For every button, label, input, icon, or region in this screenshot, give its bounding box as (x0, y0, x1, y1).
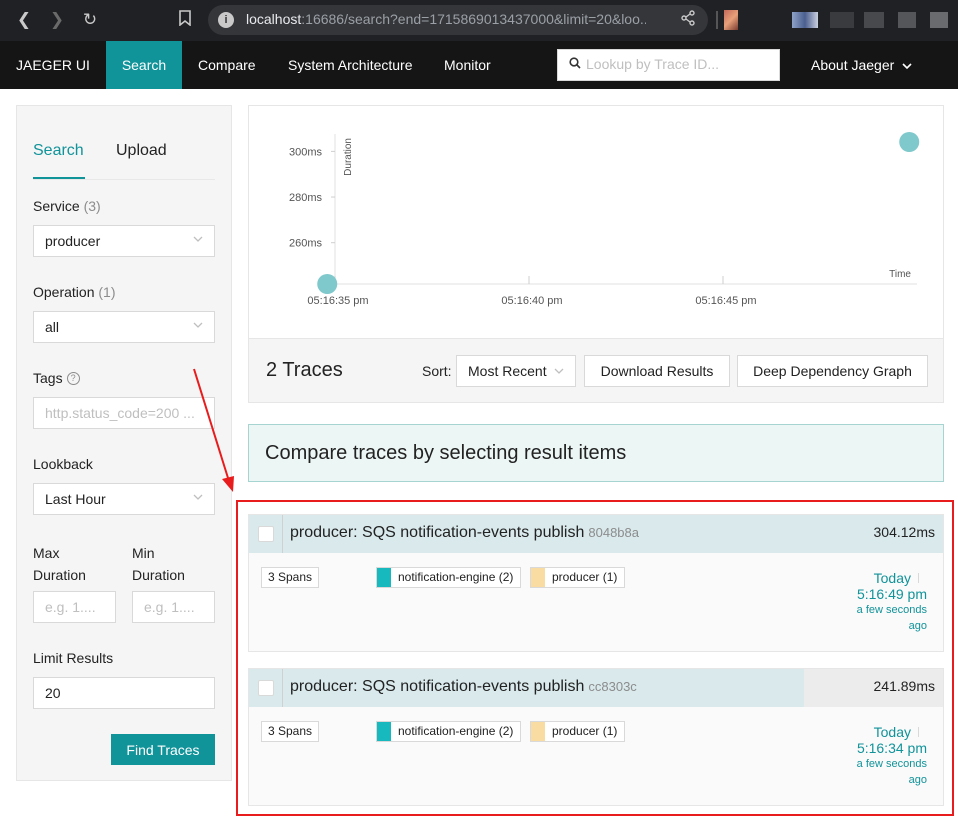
brand-logo[interactable]: JAEGER UI (16, 41, 90, 89)
extension-icon[interactable] (724, 10, 738, 30)
bookmark-icon[interactable] (175, 10, 195, 30)
nav-system-architecture[interactable]: System Architecture (288, 41, 413, 89)
download-results-button[interactable]: Download Results (584, 355, 730, 387)
extension-icon[interactable] (898, 12, 916, 28)
browser-toolbar: ❮ ❯ ↻ i localhost:16686/search?end=17158… (0, 0, 958, 41)
tab-upload[interactable]: Upload (116, 142, 167, 160)
share-icon[interactable] (680, 10, 696, 30)
nav-search[interactable]: Search (106, 41, 182, 89)
results-header: 2 Traces Sort: Most Recent Download Resu… (248, 339, 944, 403)
nav-compare[interactable]: Compare (198, 41, 256, 89)
lookback-label: Lookback (33, 456, 93, 472)
tab-search[interactable]: Search (33, 142, 84, 160)
info-icon[interactable]: i (218, 12, 234, 28)
x-tick-label: 05:16:40 pm (501, 295, 562, 307)
sort-select[interactable]: Most Recent (456, 355, 576, 387)
sort-label: Sort: (422, 363, 452, 379)
address-bar[interactable]: i localhost:16686/search?end=17158690134… (208, 5, 708, 35)
help-icon[interactable]: ? (66, 372, 80, 385)
operation-label: Operation (1) (33, 284, 116, 300)
x-axis-label: Time (889, 269, 911, 280)
service-value: producer (45, 233, 101, 249)
max-duration-label: Max Duration (33, 545, 86, 583)
scatter-plot: 260ms 280ms 300ms 05:16:35 pm 05:16:40 pm 05:… (289, 132, 920, 307)
toolbar-divider (716, 11, 718, 29)
min-duration-input[interactable] (132, 591, 215, 623)
url-text: localhost:16686/search?end=1715869013437… (246, 11, 646, 27)
chevron-down-icon (193, 236, 203, 242)
trace-point[interactable] (317, 274, 338, 294)
compare-banner-text: Compare traces by selecting result items (265, 442, 627, 464)
max-duration-input[interactable] (33, 591, 116, 623)
extension-icon[interactable] (864, 12, 884, 28)
trace-id-lookup[interactable] (557, 49, 780, 81)
y-tick-label: 300ms (289, 146, 323, 158)
reload-icon[interactable]: ↻ (80, 10, 100, 30)
limit-results-label: Limit Results (33, 650, 114, 666)
nav-monitor[interactable]: Monitor (444, 41, 491, 89)
deep-dependency-graph-button[interactable]: Deep Dependency Graph (737, 355, 928, 387)
chevron-down-icon (193, 494, 203, 500)
min-duration-label: Min Duration (132, 545, 185, 583)
trace-point[interactable] (899, 132, 920, 152)
profile-avatar-icon[interactable] (792, 12, 818, 28)
y-axis-label: Duration (343, 138, 354, 176)
tags-label: Tags? (33, 370, 80, 386)
limit-results-input[interactable] (33, 677, 215, 709)
trace-count: 2 Traces (266, 359, 343, 381)
lookback-value: Last Hour (45, 491, 106, 507)
active-tab-indicator (33, 177, 85, 179)
search-icon (569, 57, 581, 73)
chevron-down-icon (902, 63, 912, 70)
tab-divider (33, 179, 215, 180)
operation-select[interactable]: all (33, 311, 215, 343)
lookback-select[interactable]: Last Hour (33, 483, 215, 515)
extension-icon[interactable] (830, 12, 854, 28)
service-label: Service (3) (33, 198, 101, 214)
trace-id-input[interactable] (586, 56, 771, 72)
about-jaeger-label: About Jaeger (811, 57, 895, 73)
x-tick-label: 05:16:35 pm (307, 295, 368, 307)
y-tick-label: 260ms (289, 238, 323, 250)
tags-input[interactable] (33, 397, 215, 429)
trace-scatter-chart: 260ms 280ms 300ms 05:16:35 pm 05:16:40 pm 05:… (248, 105, 944, 339)
back-arrow-icon[interactable]: ❮ (14, 10, 34, 30)
menu-icon[interactable] (930, 12, 948, 28)
compare-banner: Compare traces by selecting result items (248, 424, 944, 482)
x-tick-label: 05:16:45 pm (695, 295, 756, 307)
chevron-down-icon (554, 368, 564, 374)
chevron-down-icon (193, 322, 203, 328)
find-traces-button[interactable]: Find Traces (111, 734, 215, 765)
y-tick-label: 280ms (289, 192, 323, 204)
service-select[interactable]: producer (33, 225, 215, 257)
sort-value: Most Recent (468, 363, 547, 379)
operation-value: all (45, 319, 60, 335)
highlight-box-annotation (236, 500, 954, 816)
search-form-panel: Search Upload Service (3) producer Opera… (16, 105, 232, 781)
forward-arrow-icon[interactable]: ❯ (47, 10, 67, 30)
top-navbar: JAEGER UI Search Compare System Architec… (0, 41, 958, 89)
about-jaeger-menu[interactable]: About Jaeger (811, 41, 912, 89)
